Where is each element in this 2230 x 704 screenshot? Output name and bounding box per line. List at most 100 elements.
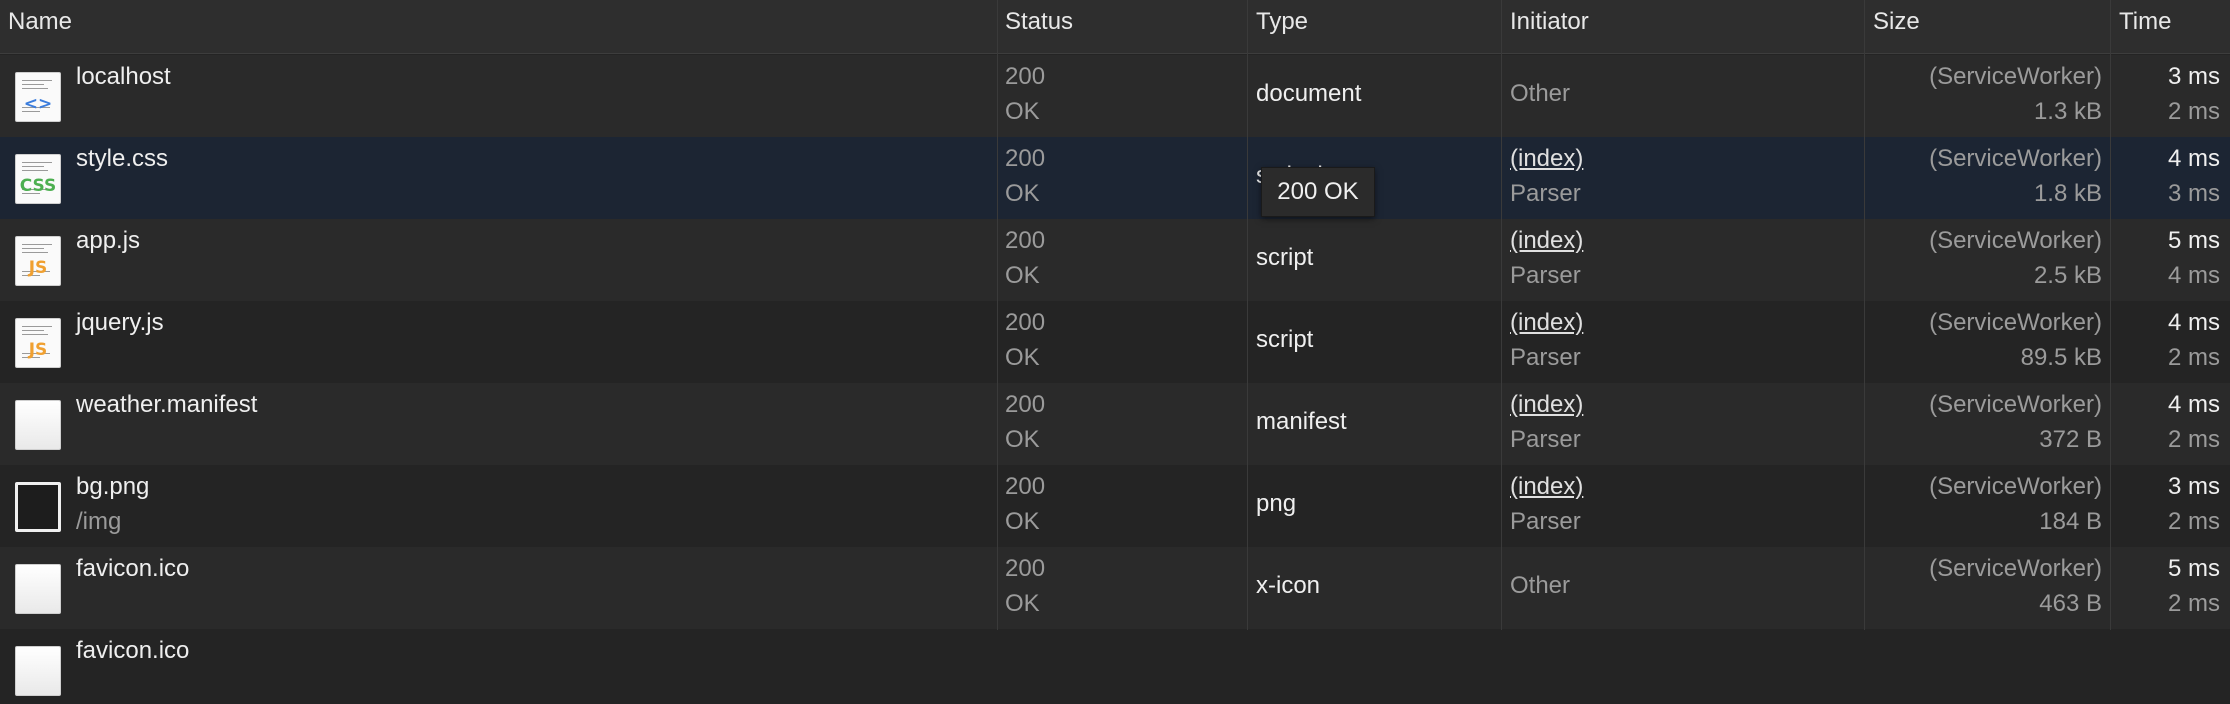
initiator-link[interactable]: (index) — [1510, 391, 1583, 419]
request-name: bg.png — [76, 473, 150, 500]
css-file-icon: CSS — [15, 154, 61, 204]
time-total: 5 ms — [2167, 555, 2220, 582]
size-value: 184 B — [2039, 508, 2102, 535]
image-file-icon — [15, 482, 61, 532]
status-code: 200 — [1005, 63, 1046, 90]
status-text: OK — [1005, 508, 1040, 535]
request-name: weather.manifest — [76, 391, 258, 418]
size-value: 372 B — [2039, 426, 2102, 453]
initiator-link[interactable]: (index) — [1510, 309, 1583, 337]
network-request-table: Name Status Type Initiator Size Time <> l… — [0, 0, 2230, 704]
initiator-link[interactable]: (index) — [1510, 227, 1583, 255]
column-header-type[interactable]: Type — [1248, 0, 1308, 54]
status-tooltip: 200 OK — [1261, 167, 1375, 217]
table-row[interactable]: <> localhost 200 OK document Other (ServiceWor… — [0, 55, 2230, 137]
size-value: 1.8 kB — [2033, 180, 2102, 207]
status-text: OK — [1005, 180, 1040, 207]
status-code: 200 — [1005, 391, 1046, 418]
column-header-initiator[interactable]: Initiator — [1502, 0, 1589, 54]
request-name: jquery.js — [76, 309, 164, 336]
blank-file-icon — [15, 564, 61, 614]
time-latency: 2 ms — [2167, 508, 2220, 535]
file-type-glyph: JS — [28, 340, 48, 360]
status-code: 200 — [1005, 473, 1046, 500]
time-latency: 2 ms — [2167, 426, 2220, 453]
initiator-type: Parser — [1510, 508, 1581, 535]
size-source: (ServiceWorker) — [1929, 555, 2102, 582]
column-divider[interactable] — [1501, 0, 1502, 630]
size-source: (ServiceWorker) — [1929, 473, 2102, 500]
time-total: 3 ms — [2167, 63, 2220, 90]
size-source: (ServiceWorker) — [1929, 227, 2102, 254]
request-name: app.js — [76, 227, 141, 254]
initiator-link[interactable]: (index) — [1510, 473, 1583, 501]
resource-type: script — [1256, 244, 1314, 271]
resource-type: document — [1256, 80, 1362, 107]
request-name: favicon.ico — [76, 637, 190, 664]
file-type-glyph: CSS — [19, 176, 57, 196]
resource-type: x-icon — [1256, 572, 1321, 599]
status-text: OK — [1005, 98, 1040, 125]
status-text: OK — [1005, 590, 1040, 617]
resource-type: manifest — [1256, 408, 1347, 435]
column-divider[interactable] — [1864, 0, 1865, 630]
initiator-link[interactable]: (index) — [1510, 145, 1583, 173]
time-total: 4 ms — [2167, 309, 2220, 336]
column-header-name[interactable]: Name — [0, 0, 72, 54]
time-total: 4 ms — [2167, 145, 2220, 172]
size-value: 463 B — [2039, 590, 2102, 617]
table-row[interactable]: JS app.js 200 OK script (index) Parser (Service… — [0, 219, 2230, 301]
table-row[interactable]: bg.png/img 200 OK png (index) Parser (ServiceW… — [0, 465, 2230, 547]
column-header-status[interactable]: Status — [997, 0, 1073, 54]
status-text: OK — [1005, 344, 1040, 371]
size-source: (ServiceWorker) — [1929, 145, 2102, 172]
status-code: 200 — [1005, 555, 1046, 582]
js-file-icon: JS — [15, 236, 61, 286]
request-name: style.css — [76, 145, 169, 172]
time-latency: 2 ms — [2167, 590, 2220, 617]
column-header-time[interactable]: Time — [2111, 0, 2171, 54]
resource-type: script — [1256, 326, 1314, 353]
blank-file-icon — [15, 400, 61, 450]
initiator-type: Other — [1510, 572, 1571, 599]
request-name: favicon.ico — [76, 555, 190, 582]
size-source: (ServiceWorker) — [1929, 63, 2102, 90]
file-type-glyph: <> — [23, 94, 53, 114]
column-header-size[interactable]: Size — [1865, 0, 1920, 54]
initiator-type: Parser — [1510, 344, 1581, 371]
table-row[interactable]: CSSstyle.css200OKstylesheet(index)Parser… — [0, 137, 2230, 219]
initiator-type: Parser — [1510, 262, 1581, 289]
initiator-type: Other — [1510, 80, 1571, 107]
request-path: /img — [76, 508, 122, 535]
time-total: 3 ms — [2167, 473, 2220, 500]
table-row[interactable]: favicon.ico — [0, 629, 2230, 704]
table-row[interactable]: weather.manifest 200 OK manifest (index) Pars… — [0, 383, 2230, 465]
table-header: Name Status Type Initiator Size Time — [0, 0, 2230, 54]
blank-file-icon — [15, 646, 61, 696]
column-divider[interactable] — [1247, 0, 1248, 630]
initiator-type: Parser — [1510, 180, 1581, 207]
status-code: 200 — [1005, 145, 1046, 172]
time-latency: 2 ms — [2167, 98, 2220, 125]
html-file-icon: <> — [15, 72, 61, 122]
resource-type: png — [1256, 490, 1297, 517]
table-row[interactable]: favicon.ico 200 OK x-icon Other (ServiceWorke… — [0, 547, 2230, 629]
size-value: 1.3 kB — [2033, 98, 2102, 125]
status-code: 200 — [1005, 227, 1046, 254]
size-value: 2.5 kB — [2033, 262, 2102, 289]
status-text: OK — [1005, 426, 1040, 453]
size-source: (ServiceWorker) — [1929, 309, 2102, 336]
column-divider[interactable] — [997, 0, 998, 630]
time-latency: 2 ms — [2167, 344, 2220, 371]
column-divider[interactable] — [2110, 0, 2111, 630]
time-latency: 3 ms — [2167, 180, 2220, 207]
size-source: (ServiceWorker) — [1929, 391, 2102, 418]
time-total: 4 ms — [2167, 391, 2220, 418]
file-type-glyph: JS — [28, 258, 48, 278]
initiator-type: Parser — [1510, 426, 1581, 453]
table-row[interactable]: JS jquery.js 200 OK script (index) Parser (Serv… — [0, 301, 2230, 383]
status-text: OK — [1005, 262, 1040, 289]
request-name: localhost — [76, 63, 171, 90]
time-total: 5 ms — [2167, 227, 2220, 254]
js-file-icon: JS — [15, 318, 61, 368]
